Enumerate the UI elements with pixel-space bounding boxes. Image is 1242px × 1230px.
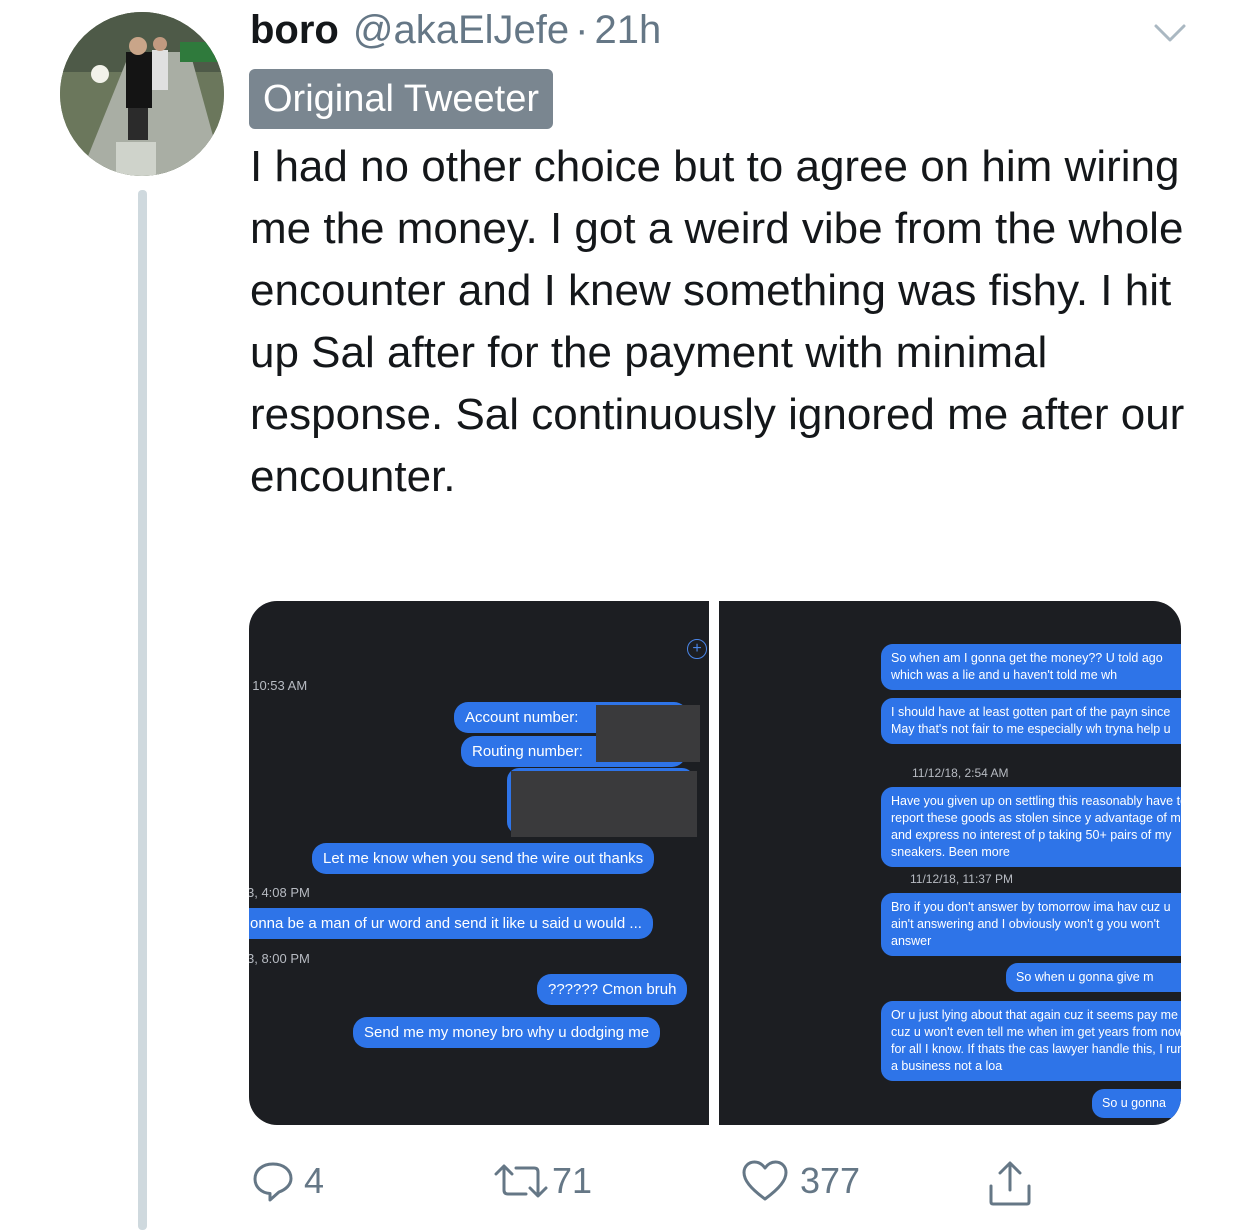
thread-line (138, 190, 147, 1230)
message-bubble: So u gonna (1092, 1089, 1181, 1118)
avatar-photo (60, 12, 224, 176)
add-icon: + (687, 639, 707, 659)
chevron-down-icon[interactable] (1150, 18, 1190, 46)
tweet-media[interactable]: + , 10:53 AM Account number: Routing num… (249, 601, 1181, 1125)
message-bubble: Or u just lying about that again cuz it … (881, 1001, 1181, 1081)
message-timestamp: 11/12/18, 2:54 AM (912, 766, 1009, 780)
message-bubble: So when am I gonna get the money?? U tol… (881, 644, 1181, 690)
redaction-box (596, 705, 700, 762)
message-timestamp: 11/12/18, 11:37 PM (910, 872, 1013, 886)
tweet-actions: 4 71 377 (250, 1158, 1050, 1218)
like-icon (740, 1158, 790, 1204)
message-bubble: I should have at least gotten part of th… (881, 698, 1181, 744)
original-tweeter-badge: Original Tweeter (249, 69, 553, 129)
user-handle[interactable]: @akaElJefe (353, 8, 569, 53)
retweet-count: 71 (552, 1160, 593, 1201)
message-bubble-wire: Let me know when you send the wire out t… (312, 843, 655, 874)
media-image-left[interactable]: + , 10:53 AM Account number: Routing num… (249, 601, 709, 1125)
message-timestamp: , 10:53 AM (249, 678, 308, 693)
message-bubble: So when u gonna give m (1006, 963, 1181, 992)
separator-dot: · (575, 8, 589, 52)
media-image-right[interactable]: So when am I gonna get the money?? U tol… (719, 601, 1181, 1125)
reply-count: 4 (304, 1160, 325, 1201)
retweet-button[interactable]: 71 (492, 1158, 592, 1204)
reply-icon (250, 1158, 296, 1204)
share-icon (986, 1158, 1034, 1208)
message-timestamp: 3, 8:00 PM (249, 951, 310, 966)
message-timestamp: 3, 4:08 PM (249, 885, 310, 900)
tweet-header: boro @akaElJefe · 21h (250, 8, 661, 58)
message-bubble: Have you given up on settling this reaso… (881, 787, 1181, 867)
like-button[interactable]: 377 (740, 1158, 860, 1204)
message-bubble-cmon: ?????? Cmon bruh (537, 974, 688, 1005)
tweet-timestamp[interactable]: 21h (594, 8, 661, 53)
retweet-icon (492, 1158, 550, 1204)
redaction-box (511, 771, 697, 837)
reply-button[interactable]: 4 (250, 1158, 324, 1204)
like-count: 377 (800, 1160, 861, 1201)
display-name[interactable]: boro (250, 8, 339, 53)
tweet-text: I had no other choice but to agree on hi… (250, 142, 1185, 501)
message-bubble: Bro if you don't answer by tomorrow ima … (881, 893, 1181, 956)
message-bubble-man: onna be a man of ur word and send it lik… (249, 908, 653, 939)
message-bubble-dodging: Send me my money bro why u dodging me (353, 1017, 661, 1048)
avatar[interactable] (60, 12, 224, 176)
share-button[interactable] (986, 1158, 1034, 1208)
